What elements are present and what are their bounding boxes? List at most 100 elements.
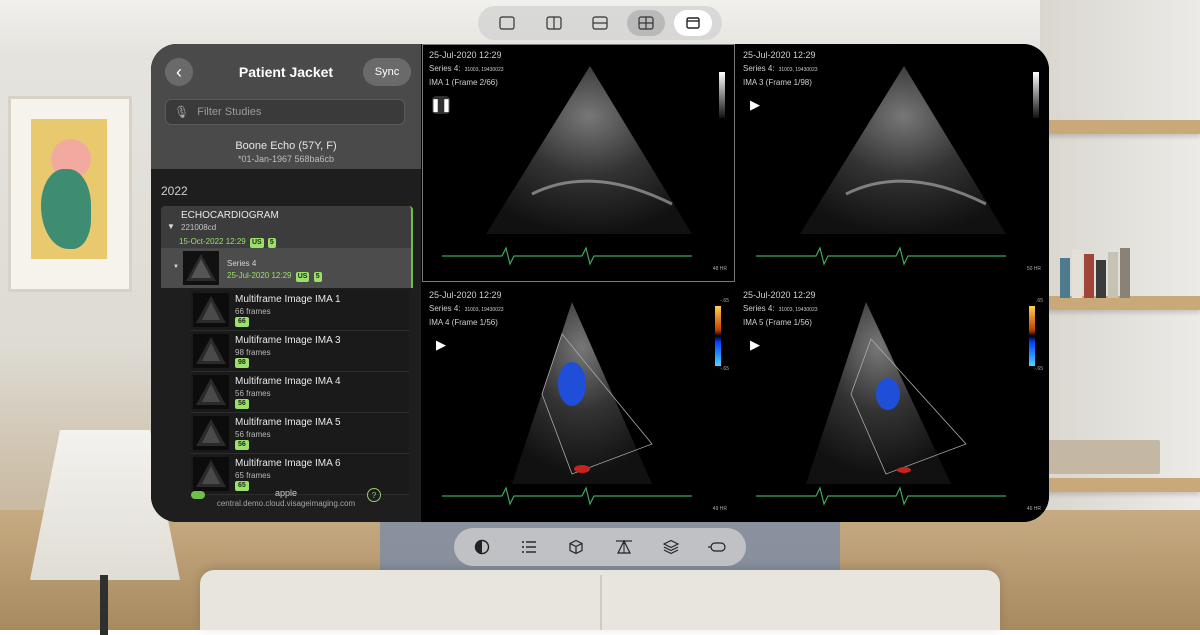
viewport-image-info: IMA 5 (Frame 1/56) xyxy=(743,318,812,327)
patient-jacket-panel: ‹ Patient Jacket Sync 🎙 Filter Studies B… xyxy=(151,44,421,522)
image-name: Multiframe Image IMA 4 xyxy=(235,376,341,387)
pause-icon[interactable]: ❚❚ xyxy=(430,96,452,114)
heart-rate: 46 HR xyxy=(1026,506,1041,512)
viewport-image-info: IMA 3 (Frame 1/98) xyxy=(743,78,812,87)
viewport-date: 25-Jul-2020 12:29 xyxy=(743,50,816,60)
footer-server-url: central.demo.cloud.visageimaging.com xyxy=(216,499,356,508)
image-list[interactable]: Multiframe Image IMA 1 66 frames 66 Mult… xyxy=(191,290,409,498)
layers-icon[interactable] xyxy=(654,532,688,562)
frames-badge: 98 xyxy=(235,358,249,368)
play-icon[interactable]: ▶ xyxy=(432,336,450,354)
color-scale-top: -.65 xyxy=(720,298,729,304)
split-vertical-icon[interactable] xyxy=(535,10,573,36)
patient-name: Boone Echo (57Y, F) xyxy=(235,140,337,152)
split-horizontal-icon[interactable] xyxy=(581,10,619,36)
list-item[interactable]: Multiframe Image IMA 1 66 frames 66 xyxy=(191,290,409,331)
list-item[interactable]: Multiframe Image IMA 5 56 frames 56 xyxy=(191,413,409,454)
patient-details: *01-Jan-1967 568ba6cb xyxy=(237,154,335,164)
heart-rate: 50 HR xyxy=(1026,266,1041,272)
list-icon[interactable] xyxy=(512,532,546,562)
image-name: Multiframe Image IMA 6 xyxy=(235,458,341,469)
viewport-series: Series 4: 31003, 19430023 xyxy=(743,304,818,313)
series-name: Series 4 xyxy=(227,259,257,268)
series-date: 25-Jul-2020 12:29 xyxy=(227,271,292,280)
measure-icon[interactable] xyxy=(607,532,641,562)
single-view-icon[interactable] xyxy=(488,10,526,36)
books xyxy=(1060,248,1160,298)
study-name: ECHOCARDIOGRAM xyxy=(181,210,279,221)
color-scale-bottom: -.65 xyxy=(720,366,729,372)
play-icon[interactable]: ▶ xyxy=(746,336,764,354)
image-thumbnail xyxy=(193,416,229,450)
modality-badge: US xyxy=(249,238,264,248)
viewport-date: 25-Jul-2020 12:29 xyxy=(743,290,816,300)
books-stack xyxy=(1040,440,1160,474)
image-frames: 98 frames xyxy=(235,348,271,357)
color-doppler-bar xyxy=(715,306,721,366)
lamp-stand xyxy=(100,575,108,635)
image-thumbnail xyxy=(193,293,229,327)
panel-header: ‹ Patient Jacket Sync 🎙 Filter Studies B… xyxy=(151,44,421,169)
viewport-date: 25-Jul-2020 12:29 xyxy=(429,290,502,300)
viewport-series: Series 4: 31003, 19430023 xyxy=(429,64,504,73)
viewport-series: Series 4: 31003, 19430023 xyxy=(429,304,504,313)
sync-button[interactable]: Sync xyxy=(363,58,411,86)
wall-shelf xyxy=(1040,120,1200,134)
sofa-seam xyxy=(600,575,602,630)
series-item[interactable]: ▼ Series 4 25-Jul-2020 12:29 US 5 xyxy=(161,248,411,288)
image-frames: 66 frames xyxy=(235,307,271,316)
viewport-series: Series 4: 31003, 19430023 xyxy=(743,64,818,73)
viewport-1[interactable]: 25-Jul-2020 12:29 Series 4: 31003, 194300… xyxy=(422,44,735,282)
heart-rate: 49 HR xyxy=(712,506,727,512)
count-badge: 5 xyxy=(267,238,276,248)
count-badge: 5 xyxy=(313,272,322,282)
year-header: 2022 xyxy=(161,184,188,198)
disclosure-triangle-icon[interactable]: ▼ xyxy=(167,222,175,231)
filter-placeholder: Filter Studies xyxy=(197,106,262,118)
image-thumbnail xyxy=(193,375,229,409)
wall-painting xyxy=(8,96,132,292)
layout-bar xyxy=(478,6,722,40)
color-scale-top: .65 xyxy=(1036,298,1043,304)
study-date-row: 15-Oct-2022 12:29 US 5 xyxy=(179,237,276,248)
viewport-date: 25-Jul-2020 12:29 xyxy=(429,50,502,60)
wall-shelf xyxy=(1040,478,1200,492)
viewport-image-info: IMA 1 (Frame 2/66) xyxy=(429,78,498,87)
microphone-icon[interactable]: 🎙 xyxy=(174,105,189,119)
viewport-image-info: IMA 4 (Frame 1/56) xyxy=(429,318,498,327)
grid-2x2-icon[interactable] xyxy=(627,10,666,36)
study-id: 221008cd xyxy=(181,223,217,232)
grayscale-bar xyxy=(719,72,725,118)
image-frames: 56 frames xyxy=(235,389,271,398)
wall-shelf xyxy=(1040,296,1200,310)
modality-badge: US xyxy=(295,272,310,282)
help-icon[interactable]: ? xyxy=(367,488,381,502)
viewport-3[interactable]: 25-Jul-2020 12:29 Series 4: 31003, 194300… xyxy=(422,284,735,522)
filter-studies-input[interactable]: 🎙 Filter Studies xyxy=(165,99,405,125)
image-frames: 65 frames xyxy=(235,471,271,480)
app-window: ‹ Patient Jacket Sync 🎙 Filter Studies B… xyxy=(151,44,1049,522)
image-name: Multiframe Image IMA 3 xyxy=(235,335,341,346)
image-thumbnail xyxy=(193,457,229,491)
image-name: Multiframe Image IMA 1 xyxy=(235,294,341,305)
image-name: Multiframe Image IMA 5 xyxy=(235,417,341,428)
viewport-2[interactable]: 25-Jul-2020 12:29 Series 4: 31003, 194300… xyxy=(736,44,1049,282)
frames-badge: 66 xyxy=(235,317,249,327)
image-frames: 56 frames xyxy=(235,430,271,439)
list-item[interactable]: Multiframe Image IMA 3 98 frames 98 xyxy=(191,331,409,372)
window-icon[interactable] xyxy=(673,10,712,36)
play-icon[interactable]: ▶ xyxy=(746,96,764,114)
study-date: 15-Oct-2022 12:29 xyxy=(179,237,246,246)
series-date-row: 25-Jul-2020 12:29 US 5 xyxy=(227,271,322,282)
headset-icon[interactable] xyxy=(701,532,735,562)
disclosure-triangle-icon[interactable]: ▼ xyxy=(173,264,179,270)
list-item[interactable]: Multiframe Image IMA 4 56 frames 56 xyxy=(191,372,409,413)
color-scale-bottom: -.65 xyxy=(1034,366,1043,372)
cube-icon[interactable] xyxy=(559,532,593,562)
bottom-toolbar xyxy=(454,528,746,566)
contrast-icon[interactable] xyxy=(465,532,499,562)
frames-badge: 56 xyxy=(235,399,249,409)
viewport-4[interactable]: 25-Jul-2020 12:29 Series 4: 31003, 194300… xyxy=(736,284,1049,522)
image-thumbnail xyxy=(193,334,229,368)
grayscale-bar xyxy=(1033,72,1039,118)
